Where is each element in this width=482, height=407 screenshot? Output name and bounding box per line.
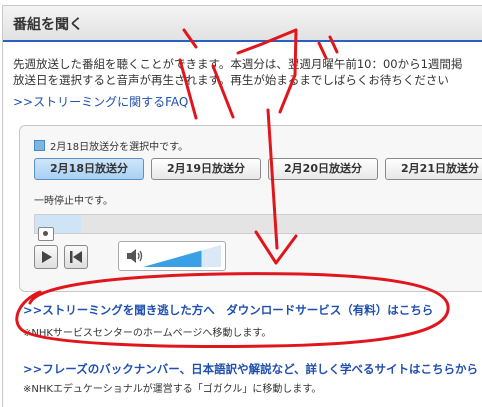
download-note: ※NHKサービスセンターのホームページへ移動します。 <box>23 328 272 339</box>
square-icon <box>34 140 45 151</box>
program-panel: 番組を聞く 先週放送した番組を聴くことができます。本週分は、翌週月曜午前10：0… <box>2 5 482 407</box>
intro-line-2: 放送日を選択すると音声が再生されます。再生が始まるまでしばらくお待ちください <box>13 73 449 87</box>
seek-handle-icon[interactable] <box>38 227 54 241</box>
intro-text: 先週放送した番組を聴くことができます。本週分は、翌週月曜午前10：00から1週間… <box>13 56 482 88</box>
faq-link[interactable]: >>ストリーミングに関するFAQ <box>13 93 188 110</box>
download-service-link[interactable]: >>ストリーミングを聞き逃した方へ ダウンロードサービス（有料）はこちら <box>23 302 433 318</box>
selection-text: 2月18日放送分を選択中です。 <box>50 142 189 153</box>
skip-back-icon <box>70 251 82 263</box>
phrases-link[interactable]: >>フレーズのバックナンバー、日本語訳や解説など、詳しく学べるサイトはこちらから <box>23 361 478 377</box>
phrases-note: ※NHKエデュケーショナルが運営する「ゴガクル」に移動します。 <box>23 384 322 395</box>
tab-feb-20[interactable]: 2月20日放送分 <box>268 158 378 180</box>
tab-feb-21[interactable]: 2月21日放送分 <box>385 158 482 180</box>
play-button[interactable] <box>34 245 58 269</box>
streaming-player: 2月18日放送分を選択中です。 2月18日放送分 2月19日放送分 2月20日放… <box>19 125 482 292</box>
panel-header: 番組を聞く <box>3 6 482 42</box>
tab-feb-18[interactable]: 2月18日放送分 <box>34 158 144 180</box>
previous-button[interactable] <box>64 245 88 269</box>
page-title: 番組を聞く <box>13 17 83 33</box>
volume-slider[interactable] <box>143 245 221 267</box>
tab-feb-19[interactable]: 2月19日放送分 <box>151 158 261 180</box>
intro-line-1: 先週放送した番組を聴くことができます。本週分は、翌週月曜午前10：00から1週間… <box>13 57 463 71</box>
selection-status: 2月18日放送分を選択中です。 <box>34 138 188 153</box>
volume-control[interactable] <box>118 241 226 271</box>
play-icon <box>42 251 52 263</box>
speaker-icon <box>127 249 143 263</box>
volume-level <box>143 250 202 267</box>
playback-status: 一時停止中です。 <box>34 196 113 207</box>
seek-bar[interactable] <box>34 214 482 234</box>
